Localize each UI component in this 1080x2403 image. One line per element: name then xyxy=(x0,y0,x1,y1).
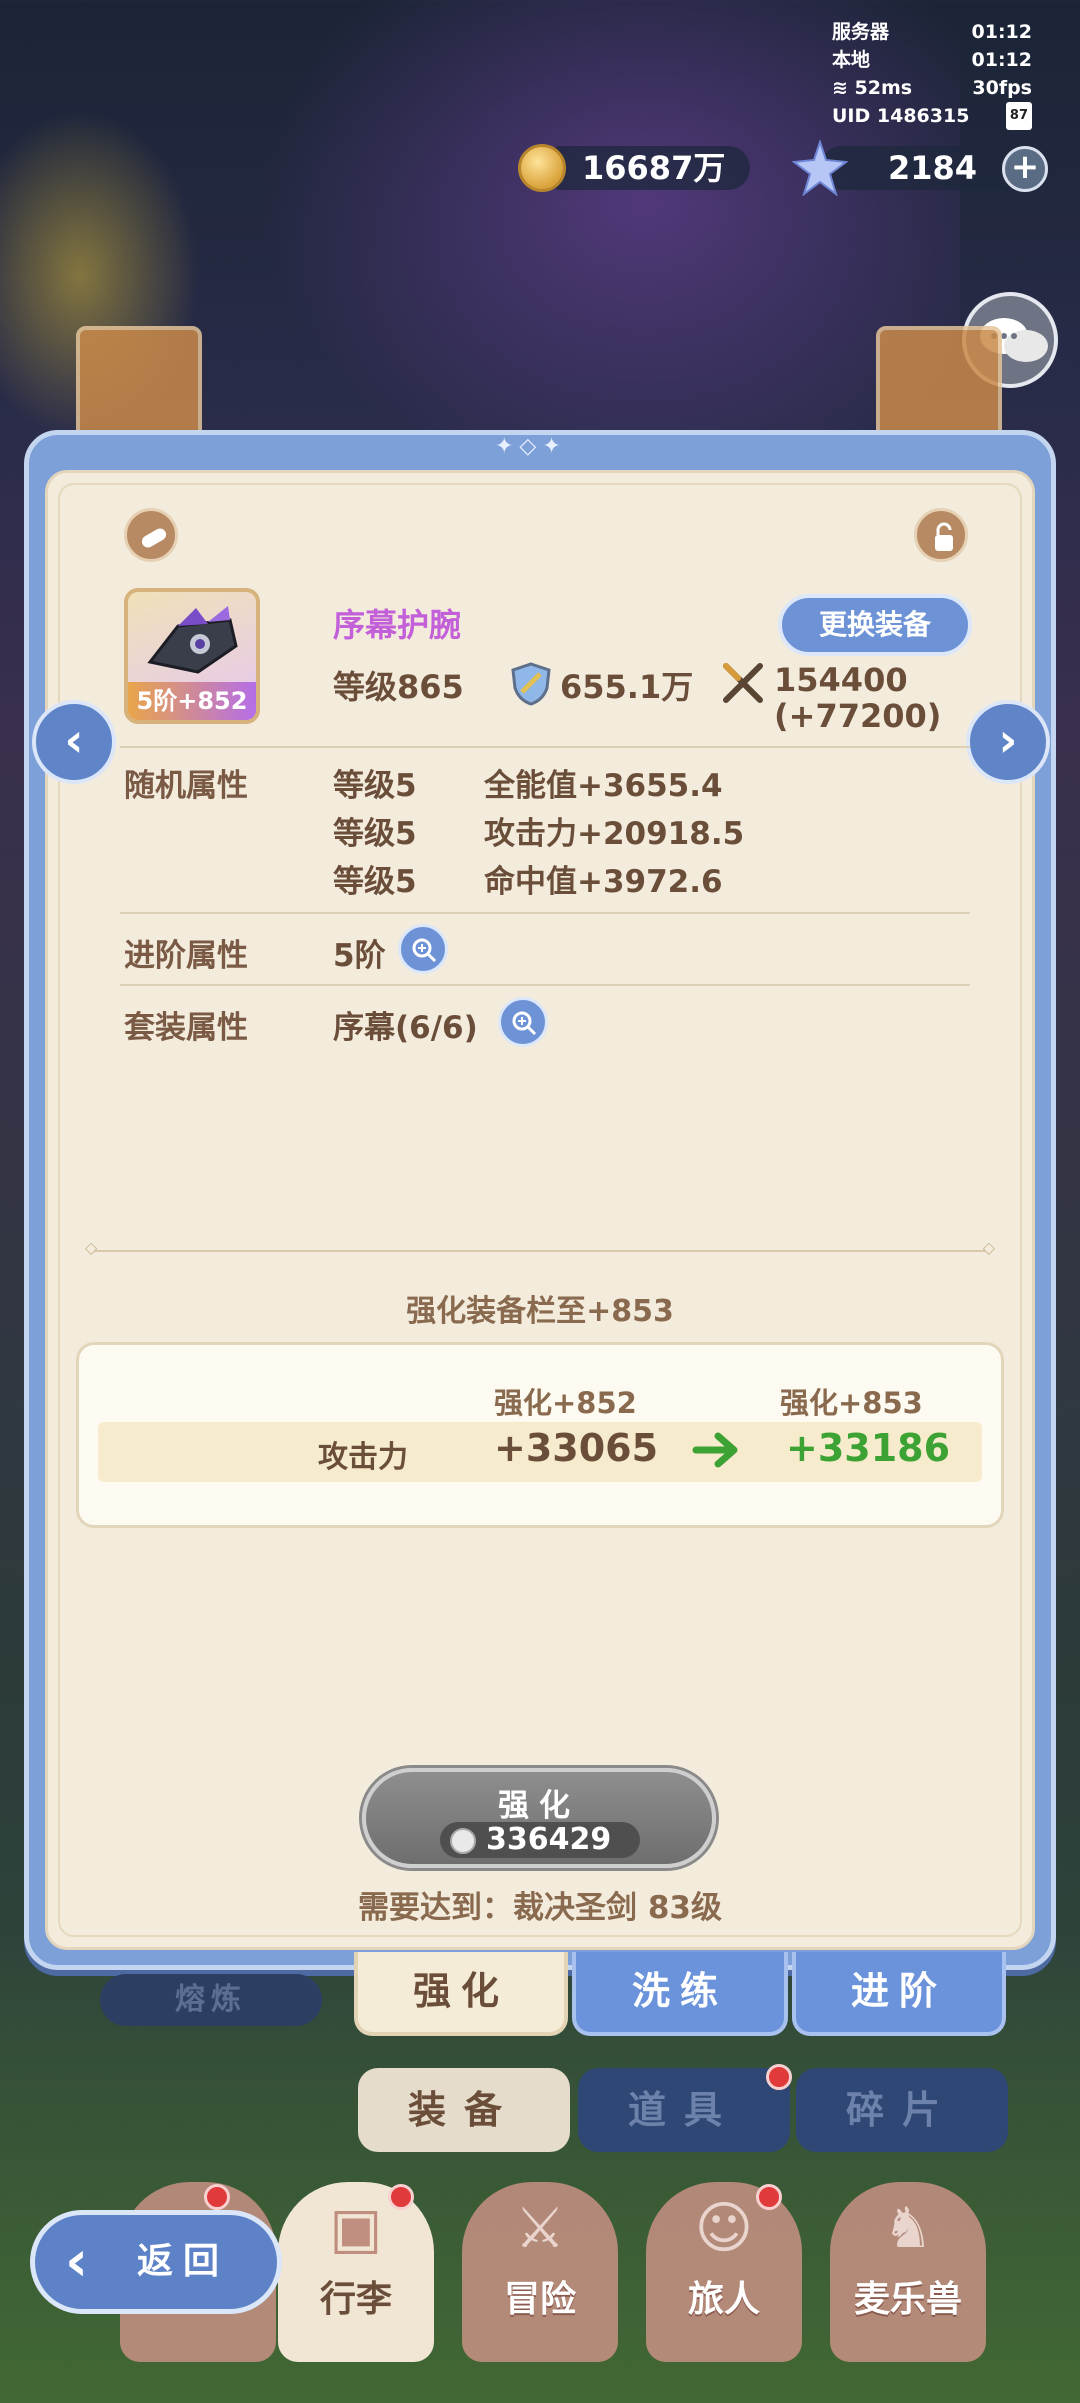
set-attrs-value: 序幕(6/6) xyxy=(333,1010,478,1046)
item-grade-badge: 5阶+852 xyxy=(128,682,256,720)
melt-button[interactable]: 熔炼 xyxy=(100,1974,322,2026)
random-attr-level: 等级5 xyxy=(333,768,417,804)
server-time: 01:12 xyxy=(971,21,1032,43)
gold-coin-icon xyxy=(518,144,566,192)
random-attr-value: 攻击力+20918.5 xyxy=(484,816,745,852)
enhance-stone-icon xyxy=(450,1828,476,1854)
comparison-stat-label: 攻击力 xyxy=(318,1440,408,1475)
notification-dot xyxy=(756,2184,782,2210)
comparison-new-header: 强化+853 xyxy=(780,1386,923,1420)
random-attr-level: 等级5 xyxy=(333,816,417,852)
server-label: 服务器 xyxy=(832,21,890,43)
equipment-type-icon[interactable] xyxy=(124,508,178,562)
notification-dot xyxy=(204,2184,230,2210)
divider xyxy=(120,746,970,748)
enhance-button-label: 强化 xyxy=(498,1788,580,1824)
enhance-title: 强化装备栏至+853 xyxy=(406,1294,674,1329)
set-attrs-zoom-button[interactable] xyxy=(498,997,548,1047)
item-name: 序幕护腕 xyxy=(333,606,462,644)
enhance-button[interactable]: 强化 336429 xyxy=(362,1768,716,1868)
background-equip-slot-left xyxy=(76,326,202,446)
bracer-icon xyxy=(147,606,238,674)
subtab-equipment[interactable]: 装备 xyxy=(358,2068,570,2152)
tab-advance[interactable]: 进阶 xyxy=(792,1952,1006,2036)
comparison-new-value: +33186 xyxy=(786,1426,951,1470)
arrow-right-icon xyxy=(692,1432,738,1468)
magnifier-icon xyxy=(412,938,437,963)
random-attrs-label: 随机属性 xyxy=(124,768,248,804)
enhance-cost: 336429 xyxy=(440,1822,640,1858)
item-icon-box[interactable]: 5阶+852 xyxy=(124,588,260,724)
back-arrow-icon: ‹ xyxy=(65,2229,89,2294)
status-panel: 服务器 01:12 本地 01:12 ≋ 52ms 30fps UID 1486315… xyxy=(832,18,1032,130)
fps: 30fps xyxy=(972,77,1032,99)
advance-attrs-zoom-button[interactable] xyxy=(398,924,448,974)
gold-counter: 16687万 xyxy=(540,146,750,190)
nav-adventure-label: 冒险 xyxy=(503,2279,576,2320)
tab-enhance[interactable]: 强化 xyxy=(354,1952,568,2036)
notification-dot xyxy=(388,2184,414,2210)
local-label: 本地 xyxy=(832,49,871,71)
prev-item-button[interactable]: ‹ xyxy=(32,700,116,784)
next-item-button[interactable]: › xyxy=(966,700,1050,784)
back-label: 返回 xyxy=(137,2241,230,2282)
local-time: 01:12 xyxy=(971,49,1032,71)
item-attack-value: 154400 xyxy=(774,661,908,699)
fox-icon: ♞ xyxy=(882,2196,934,2261)
divider xyxy=(120,984,970,986)
change-equipment-button[interactable]: 更换装备 xyxy=(778,594,972,656)
back-button[interactable]: ‹ 返回 xyxy=(30,2210,282,2314)
wifi-icon: ≋ xyxy=(832,77,848,99)
uid: UID 1486315 xyxy=(832,105,970,127)
add-currency-button[interactable]: + xyxy=(1002,146,1048,192)
crossed-swords-icon xyxy=(723,663,763,703)
enhance-cost-value: 336429 xyxy=(486,1822,612,1857)
advance-attrs-value: 5阶 xyxy=(333,938,386,974)
lock-icon[interactable] xyxy=(914,508,968,562)
item-level: 等级865 xyxy=(333,668,464,706)
random-attr-value: 全能值+3655.4 xyxy=(484,768,723,804)
background-equip-slot-right xyxy=(876,326,1002,446)
random-attr-level: 等级5 xyxy=(333,864,417,900)
nav-bag-label: 行李 xyxy=(319,2279,392,2320)
set-attrs-label: 套装属性 xyxy=(124,1010,248,1046)
star-crystal-icon xyxy=(792,140,848,196)
power-shield-icon xyxy=(511,662,551,706)
section-divider xyxy=(85,1238,995,1257)
tab-wash[interactable]: 洗练 xyxy=(572,1952,788,2036)
item-attack: 154400 (+77200) xyxy=(774,662,941,734)
item-attack-bonus: (+77200) xyxy=(774,697,942,735)
panel-top-ornament: ✦◇✦ xyxy=(495,434,567,459)
item-power: 655.1万 xyxy=(560,668,694,706)
battery-icon: 87 xyxy=(1005,102,1032,130)
comparison-old-header: 强化+852 xyxy=(494,1386,637,1420)
random-attr-value: 命中值+3972.6 xyxy=(484,864,723,900)
notification-dot xyxy=(766,2064,792,2090)
subtab-items[interactable]: 道具 xyxy=(578,2068,790,2152)
ping: 52ms xyxy=(854,77,913,99)
advance-attrs-label: 进阶属性 xyxy=(124,938,248,974)
comparison-old-value: +33065 xyxy=(494,1426,659,1470)
nav-traveler-label: 旅人 xyxy=(687,2279,760,2320)
magnifier-icon xyxy=(512,1011,537,1036)
divider xyxy=(120,912,970,914)
enhance-requirement: 需要达到：裁决圣剑 83级 xyxy=(358,1890,722,1926)
crossed-swords-icon: ⚔ xyxy=(514,2196,566,2261)
nav-pet-label: 麦乐兽 xyxy=(853,2279,962,2320)
subtab-fragments[interactable]: 碎片 xyxy=(796,2068,1008,2152)
